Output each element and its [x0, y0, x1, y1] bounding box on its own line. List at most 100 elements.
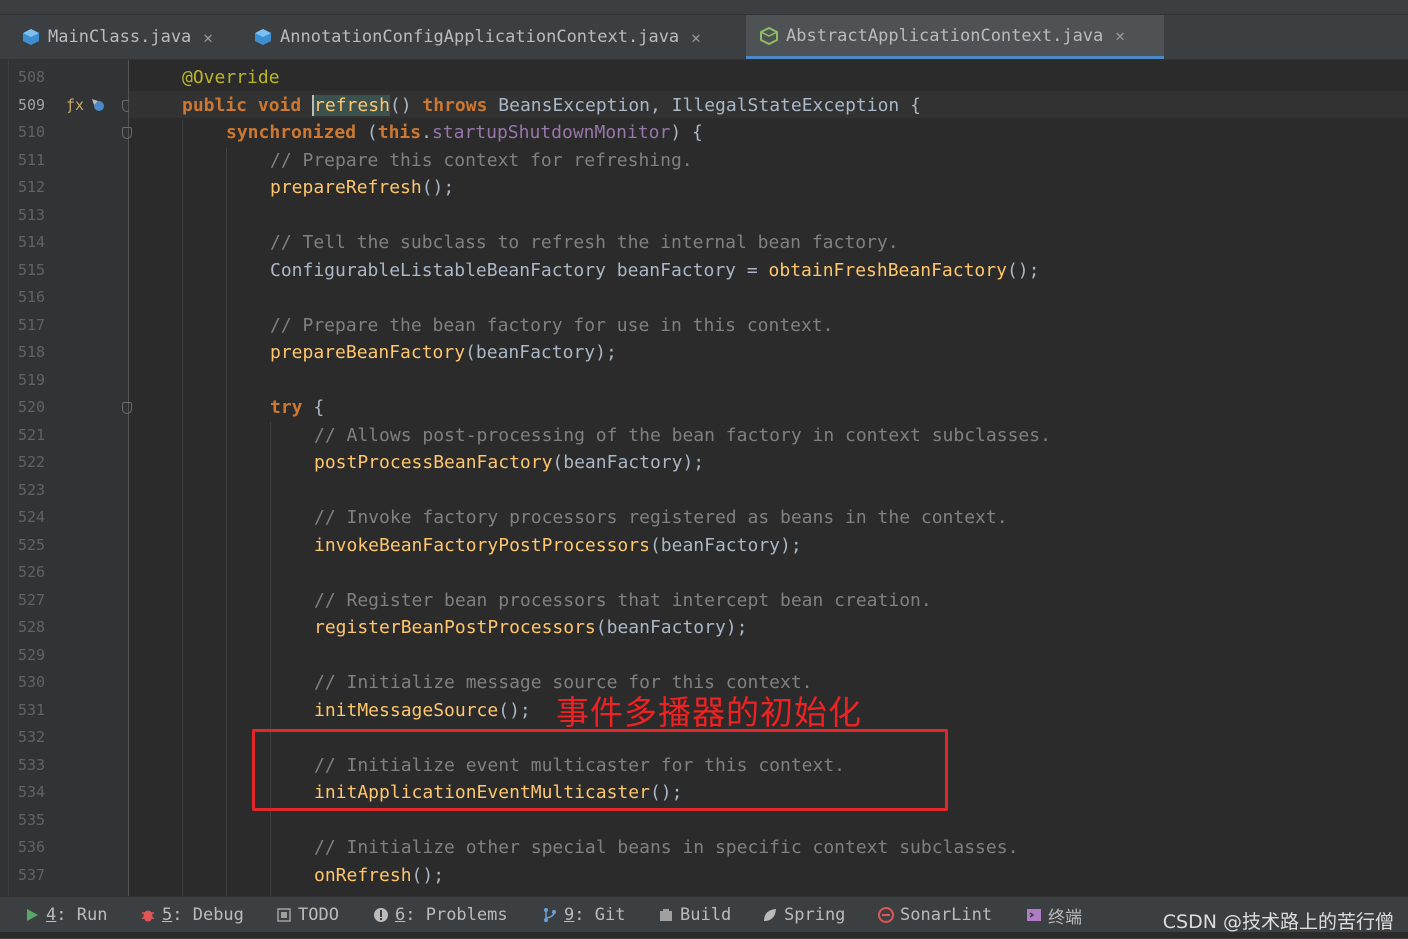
spring-leaf-icon	[764, 909, 776, 921]
java-class-icon	[23, 29, 39, 45]
terminal-tool-button[interactable]: 终端	[1026, 897, 1082, 933]
close-icon[interactable]: ✕	[691, 28, 701, 47]
line-number: 513	[18, 205, 46, 224]
code-line[interactable]: @Override	[182, 64, 280, 91]
line-number: 537	[18, 865, 46, 884]
terminal-icon	[1027, 909, 1041, 921]
line-number: 519	[18, 370, 46, 389]
line-number: 516	[18, 288, 46, 306]
close-icon[interactable]: ✕	[1115, 26, 1125, 45]
code-comment: // Tell the subclass to refresh the inte…	[270, 232, 899, 253]
line-number: 515	[18, 260, 46, 279]
line-number: 522	[18, 453, 46, 471]
fold-marker-icon[interactable]	[122, 127, 132, 139]
code-line[interactable]: initMessageSource();	[314, 697, 531, 724]
editor-tab-bar: MainClass.java ✕ AnnotationConfigApplica…	[0, 15, 1408, 60]
code-line[interactable]: // Prepare the bean factory for use in t…	[270, 312, 834, 339]
annotation-text: @Override	[182, 67, 280, 88]
bug-icon	[142, 910, 154, 922]
fold-marker-icon[interactable]	[122, 402, 132, 414]
line-number: 518	[18, 343, 46, 361]
line-number: 536	[18, 838, 46, 856]
code-comment: // Allows post-processing of the bean fa…	[314, 424, 1051, 446]
build-tool-button[interactable]: Build	[658, 897, 731, 933]
code-line[interactable]: postProcessBeanFactory(beanFactory);	[314, 449, 704, 476]
warning-icon	[374, 908, 388, 922]
todo-icon	[277, 908, 291, 922]
sonarlint-tool-button[interactable]: SonarLint	[878, 897, 992, 933]
code-line[interactable]: ConfigurableListableBeanFactory beanFact…	[270, 257, 1039, 284]
implementation-icon[interactable]	[90, 97, 106, 113]
override-method-icon[interactable]: ƒx	[66, 92, 84, 119]
line-number: 520	[18, 398, 46, 416]
code-comment: // Prepare the bean factory for use in t…	[270, 314, 834, 336]
code-line[interactable]: try {	[270, 394, 324, 421]
method-call: registerBeanPostProcessors	[314, 617, 596, 638]
annotation-label: 事件多播器的初始化	[556, 693, 862, 732]
tab-label: AbstractApplicationContext.java	[786, 25, 1104, 46]
line-number: 523	[18, 480, 46, 499]
line-number: 531	[18, 700, 46, 719]
code-comment: // Register bean processors that interce…	[314, 589, 932, 611]
line-number: 510	[18, 123, 46, 141]
watermark: CSDN @技术路上的苦行僧	[1162, 911, 1394, 933]
line-number: 512	[18, 178, 46, 196]
line-number: 530	[18, 673, 46, 691]
code-editor[interactable]: 508 509 ƒx 510 511 512 513 514 515 516 517 518 519 52…	[0, 60, 1408, 896]
code-line[interactable]: synchronized (this.startupShutdownMonito…	[226, 119, 703, 146]
line-number: 535	[18, 810, 46, 829]
close-icon[interactable]: ✕	[203, 28, 213, 47]
code-line[interactable]: // Prepare this context for refreshing.	[270, 147, 693, 174]
git-branch-icon	[544, 908, 556, 922]
sonarlint-icon	[878, 907, 894, 923]
method-call: onRefresh	[314, 864, 412, 886]
method-call: invokeBeanFactoryPostProcessors	[314, 534, 650, 556]
code-line[interactable]: // Tell the subclass to refresh the inte…	[270, 229, 899, 256]
run-tool-button[interactable]: 4: Run	[24, 897, 107, 933]
line-number: 534	[18, 783, 46, 801]
code-line[interactable]: prepareRefresh();	[270, 174, 454, 201]
window-top-strip	[0, 0, 1408, 15]
tab-annotationconfigapplicationcontext[interactable]: AnnotationConfigApplicationContext.java …	[240, 15, 745, 59]
line-number: 528	[18, 618, 46, 636]
tab-mainclass[interactable]: MainClass.java ✕	[8, 15, 240, 59]
line-number: 508	[18, 68, 46, 86]
debug-tool-button[interactable]: 5: Debug	[140, 897, 244, 933]
tab-abstractapplicationcontext[interactable]: AbstractApplicationContext.java ✕	[746, 15, 1164, 59]
abstract-class-icon	[760, 26, 778, 45]
spring-tool-button[interactable]: Spring	[762, 897, 845, 933]
code-comment: // Invoke factory processors registered …	[314, 507, 1008, 528]
code-line[interactable]: // Allows post-processing of the bean fa…	[314, 422, 1051, 449]
line-number: 511	[18, 150, 46, 169]
method-call: prepareRefresh	[270, 177, 422, 198]
line-number: 517	[18, 315, 46, 334]
code-line[interactable]: invokeBeanFactoryPostProcessors(beanFact…	[314, 532, 802, 559]
line-number: 529	[18, 645, 46, 664]
line-number: 532	[18, 728, 46, 746]
code-line[interactable]: // Invoke factory processors registered …	[314, 504, 1008, 531]
line-number: 524	[18, 508, 46, 526]
code-line[interactable]: // Register bean processors that interce…	[314, 587, 932, 614]
code-line[interactable]: prepareBeanFactory(beanFactory);	[270, 339, 617, 366]
method-call: postProcessBeanFactory	[314, 452, 553, 473]
method-call: initMessageSource	[314, 699, 499, 721]
code-comment: // Initialize other special beans in spe…	[314, 837, 1019, 858]
code-line[interactable]: // Initialize other special beans in spe…	[314, 834, 1018, 861]
line-number: 514	[18, 233, 46, 251]
build-icon	[660, 909, 672, 921]
highlight-box	[252, 729, 948, 811]
code-line[interactable]: registerBeanPostProcessors(beanFactory);	[314, 614, 747, 641]
line-number: 525	[18, 535, 46, 554]
code-line[interactable]: public void refresh() throws BeansExcept…	[182, 92, 921, 119]
run-icon	[27, 909, 38, 921]
method-name: refresh	[312, 94, 390, 116]
line-number: 509	[18, 95, 46, 114]
git-tool-button[interactable]: 9: Git	[542, 897, 625, 933]
tab-label: MainClass.java	[48, 27, 192, 47]
todo-tool-button[interactable]: TODO	[276, 897, 339, 933]
problems-tool-button[interactable]: 6: Problems	[373, 897, 508, 933]
line-number: 527	[18, 590, 46, 609]
code-line[interactable]: onRefresh();	[314, 862, 444, 889]
line-number: 526	[18, 563, 46, 581]
line-number: 521	[18, 425, 46, 444]
